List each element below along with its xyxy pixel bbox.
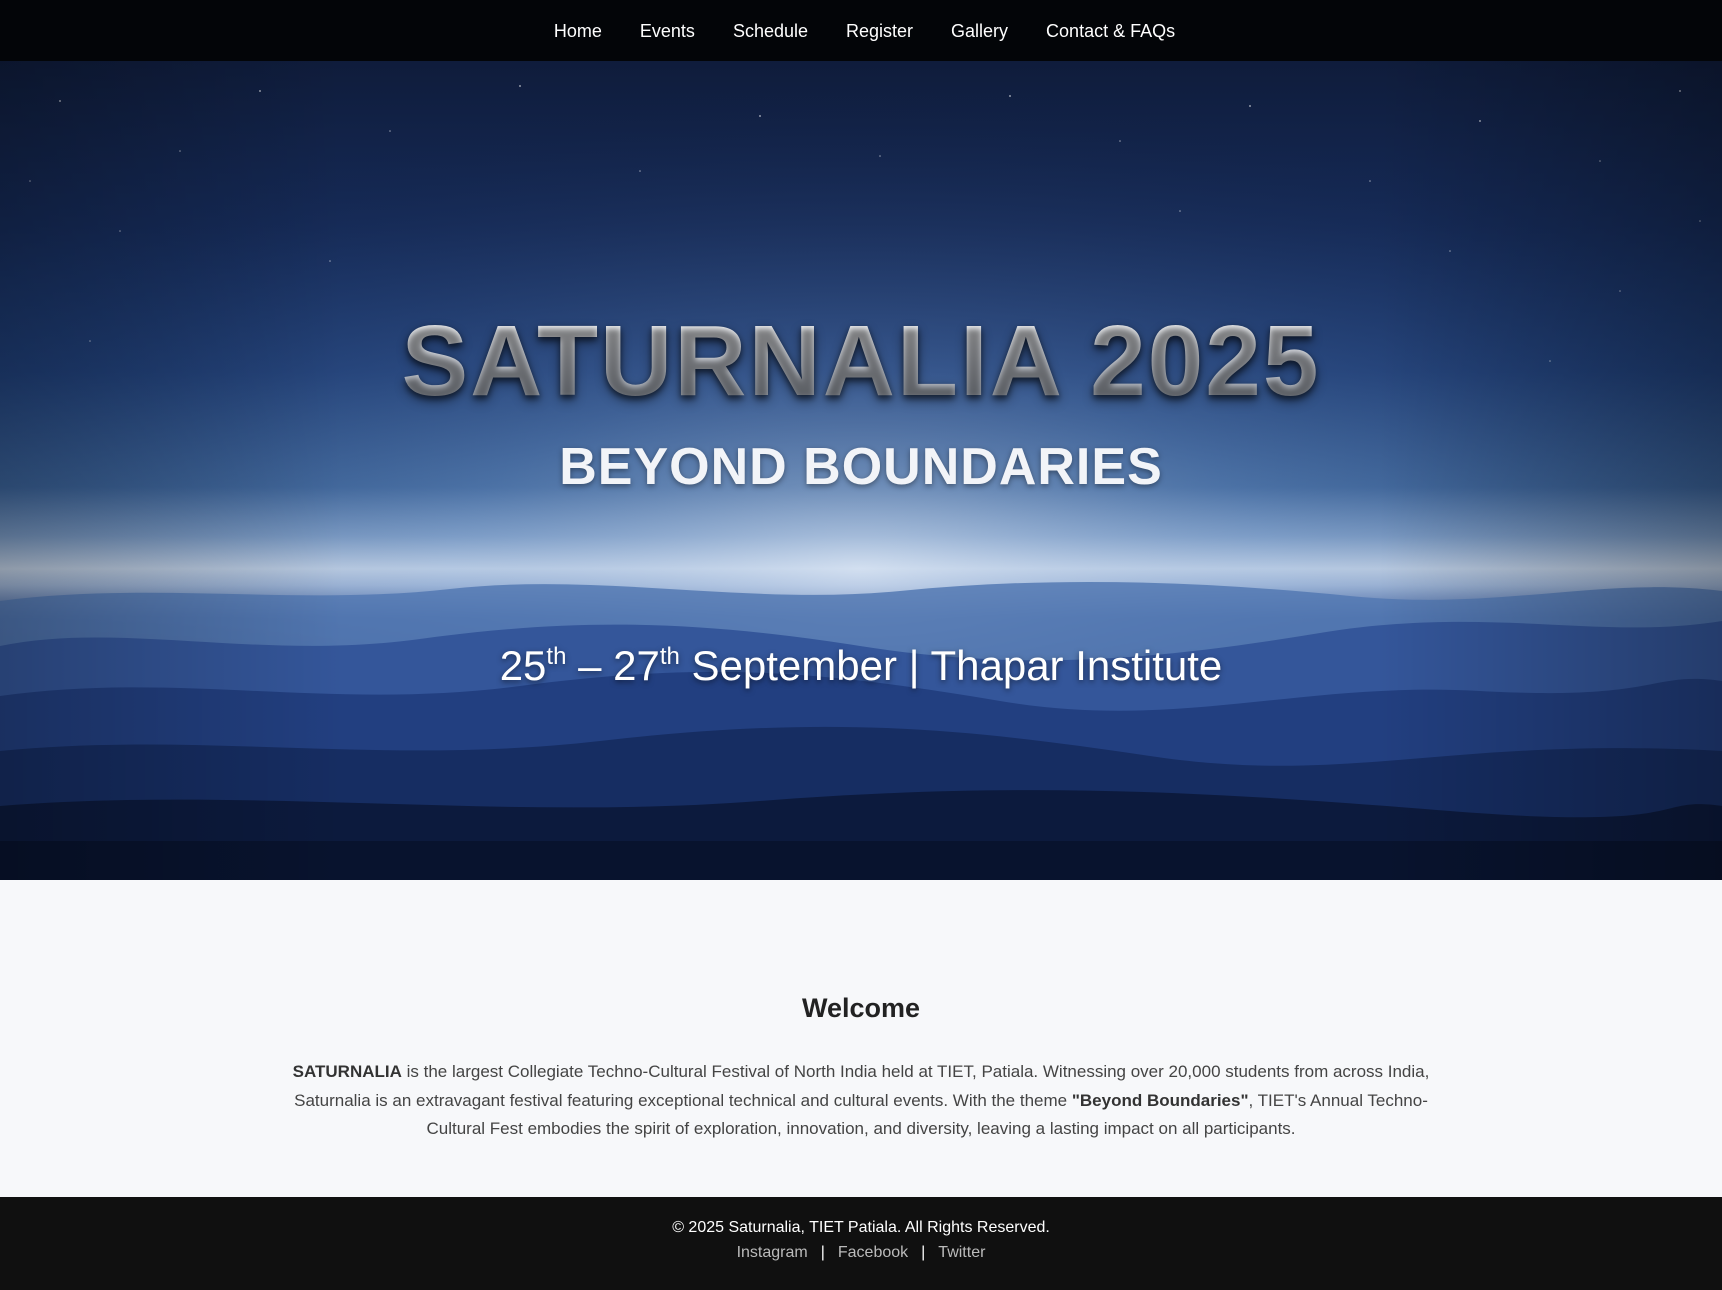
- nav-menu: Home Events Schedule Register Gallery Co…: [535, 20, 1194, 42]
- date-start-suffix: th: [546, 643, 567, 670]
- nav-item-schedule: Schedule: [714, 20, 827, 42]
- twitter-link[interactable]: Twitter: [938, 1244, 985, 1261]
- nav-link-events[interactable]: Events: [640, 21, 695, 41]
- footer-separator: |: [921, 1244, 926, 1261]
- instagram-link[interactable]: Instagram: [737, 1244, 808, 1261]
- date-venue: September | Thapar Institute: [679, 642, 1223, 689]
- nav-item-home: Home: [535, 20, 621, 42]
- nav-item-gallery: Gallery: [932, 20, 1027, 42]
- date-end-day: 27: [613, 642, 660, 689]
- welcome-title: Welcome: [801, 993, 921, 1023]
- hero-subtitle: BEYOND BOUNDARIES: [559, 438, 1163, 496]
- nav-link-contact-faqs[interactable]: Contact & FAQs: [1046, 21, 1175, 41]
- page-footer: © 2025 Saturnalia, TIET Patiala. All Rig…: [0, 1197, 1722, 1290]
- date-separator: –: [566, 642, 614, 689]
- nav-link-gallery[interactable]: Gallery: [951, 21, 1008, 41]
- welcome-paragraph: SATURNALIA is the largest Collegiate Tec…: [268, 1058, 1454, 1144]
- hero-title: SATURNALIA 2025: [0, 304, 1722, 419]
- footer-separator: |: [820, 1244, 825, 1261]
- hero-banner: SATURNALIA 2025 BEYOND BOUNDARIES 25th –…: [0, 61, 1722, 880]
- nav-link-schedule[interactable]: Schedule: [733, 21, 808, 41]
- date-end-suffix: th: [659, 643, 680, 670]
- nav-link-register[interactable]: Register: [846, 21, 913, 41]
- hero-dates: 25th – 27th September | Thapar Institute: [0, 642, 1722, 690]
- welcome-bold-saturnalia: SATURNALIA: [292, 1062, 402, 1081]
- nav-item-register: Register: [827, 20, 932, 42]
- footer-copyright: © 2025 Saturnalia, TIET Patiala. All Rig…: [672, 1219, 1050, 1236]
- footer-social-links: Instagram | Facebook | Twitter: [0, 1244, 1722, 1262]
- nav-link-home[interactable]: Home: [554, 21, 602, 41]
- nav-item-contact: Contact & FAQs: [1027, 20, 1194, 42]
- facebook-link[interactable]: Facebook: [838, 1244, 908, 1261]
- date-start-day: 25: [499, 642, 547, 689]
- welcome-bold-theme: "Beyond Boundaries": [1071, 1090, 1249, 1110]
- top-navbar: Home Events Schedule Register Gallery Co…: [0, 0, 1722, 61]
- nav-item-events: Events: [621, 20, 714, 42]
